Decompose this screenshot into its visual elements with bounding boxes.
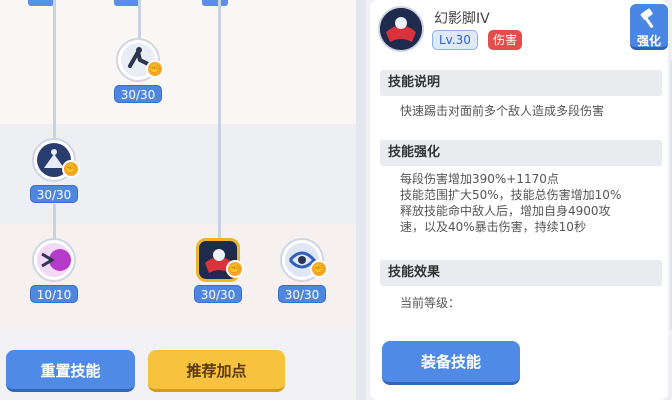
effect-section-title: 技能效果 bbox=[380, 260, 662, 286]
equip-skill-button[interactable]: 装备技能 bbox=[382, 341, 520, 385]
damage-type-badge: 伤害 bbox=[488, 30, 523, 50]
phantom-kick-skill-icon bbox=[378, 6, 424, 52]
skill-node-shadow-strike[interactable]: ✊ 30/30 bbox=[26, 138, 82, 210]
cut-off-level-badge bbox=[28, 0, 54, 6]
enhance-line: 速，以及40%暴击伤害，持续10秒 bbox=[400, 220, 586, 234]
tree-connector-line bbox=[53, 0, 56, 140]
cut-off-level-badge bbox=[202, 0, 228, 6]
skill-detail-panel: 幻影脚IV Lv.30 伤害 强化 技能说明 快速踢击对面前多个敌人造成多段伤害… bbox=[366, 0, 672, 400]
enhance-button[interactable]: 强化 bbox=[630, 4, 668, 50]
enhance-label: 强化 bbox=[636, 34, 661, 48]
skill-level: 30/30 bbox=[278, 285, 326, 303]
purple-burst-skill-icon bbox=[32, 238, 76, 282]
description-section-title: 技能说明 bbox=[380, 70, 662, 96]
enhance-line: 释放技能命中敌人后，增加自身4900攻 bbox=[400, 204, 611, 218]
skill-level-badge: Lv.30 bbox=[432, 30, 478, 50]
enhance-line: 技能范围扩大50%，技能总伤害增加10% bbox=[400, 188, 622, 202]
upgrade-badge-icon: ✊ bbox=[62, 160, 80, 178]
panel-divider bbox=[356, 0, 366, 400]
scroll-fade bbox=[370, 316, 668, 338]
skill-node-phantom-kick-iv[interactable]: ✊ 30/30 bbox=[190, 238, 246, 310]
skill-detail-card: 幻影脚IV Lv.30 伤害 强化 技能说明 快速踢击对面前多个敌人造成多段伤害… bbox=[370, 0, 672, 400]
tree-connector-line bbox=[138, 0, 141, 40]
cut-off-level-badge bbox=[114, 0, 140, 6]
tree-connector-line bbox=[218, 0, 221, 238]
skill-node-purple-burst[interactable]: 10/10 bbox=[26, 238, 82, 310]
skill-tree-panel: ✊ 30/30 ✊ 30/30 10/10 ✊ 30/30 ✊ 30/30 重置… bbox=[0, 0, 356, 400]
skill-level: 30/30 bbox=[194, 285, 242, 303]
enhance-line: 每段伤害增加390%+1170点 bbox=[400, 172, 559, 186]
skill-name: 幻影脚IV bbox=[434, 11, 490, 27]
upgrade-badge-icon: ✊ bbox=[226, 260, 244, 278]
skill-node-kick-sweep[interactable]: ✊ 30/30 bbox=[110, 38, 166, 110]
hammer-icon bbox=[640, 8, 654, 28]
reset-skills-button[interactable]: 重置技能 bbox=[6, 350, 135, 392]
upgrade-badge-icon: ✊ bbox=[310, 260, 328, 278]
skill-level: 10/10 bbox=[30, 285, 78, 303]
recommended-points-button[interactable]: 推荐加点 bbox=[148, 350, 285, 392]
upgrade-badge-icon: ✊ bbox=[146, 60, 164, 78]
skill-level: 30/30 bbox=[114, 85, 162, 103]
description-text: 快速踢击对面前多个敌人造成多段伤害 bbox=[400, 104, 605, 118]
current-level-label: 当前等级： bbox=[400, 296, 461, 310]
skill-level: 30/30 bbox=[30, 185, 78, 203]
skill-node-whirl-kick[interactable]: ✊ 30/30 bbox=[274, 238, 330, 310]
enhance-section-title: 技能强化 bbox=[380, 140, 662, 166]
